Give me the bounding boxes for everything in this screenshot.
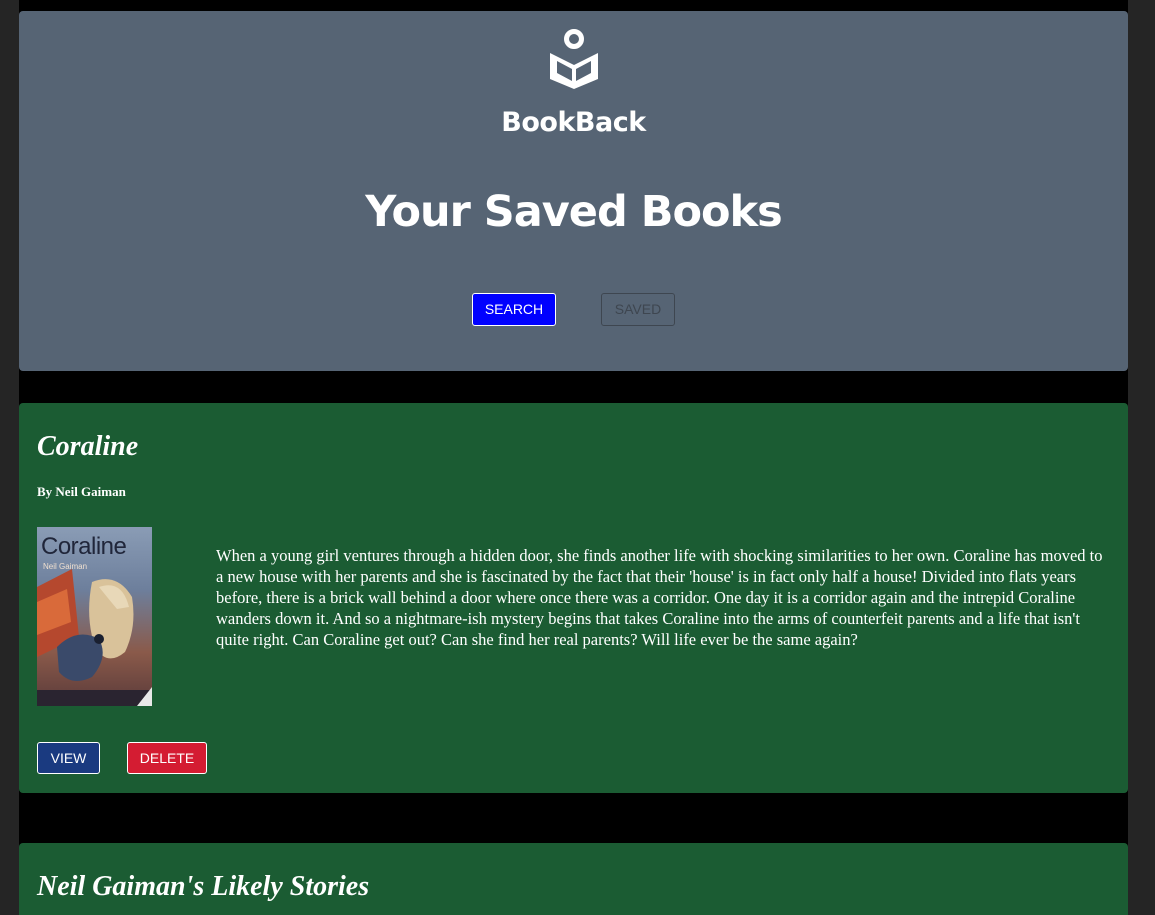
book-author: By Neil Gaiman — [37, 484, 126, 499]
book-description: When a young girl ventures through a hid… — [216, 546, 1103, 649]
view-button[interactable]: VIEW — [37, 742, 100, 774]
open-book-reader-icon — [550, 29, 598, 89]
book-cover-image: Coraline Neil Gaiman — [37, 527, 152, 706]
delete-button[interactable]: DELETE — [127, 742, 207, 774]
cover-author-text: Neil Gaiman — [43, 562, 88, 571]
book-title: Neil Gaiman's Likely Stories — [37, 871, 370, 902]
book-card: Coraline By Neil Gaiman Coraline Neil Ga… — [19, 403, 1128, 793]
book-card: Neil Gaiman's Likely Stories — [19, 843, 1128, 915]
page: BookBack Your Saved Books SEARCH SAVED C… — [0, 0, 1155, 915]
search-nav-button[interactable]: SEARCH — [472, 293, 556, 326]
saved-nav-button[interactable]: SAVED — [601, 293, 675, 326]
page-title: Your Saved Books — [365, 187, 783, 237]
book-title: Coraline — [37, 431, 139, 462]
brand-name: BookBack — [501, 107, 646, 138]
jumbotron-header: BookBack Your Saved Books SEARCH SAVED — [19, 11, 1128, 371]
cover-title-text: Coraline — [41, 533, 127, 560]
